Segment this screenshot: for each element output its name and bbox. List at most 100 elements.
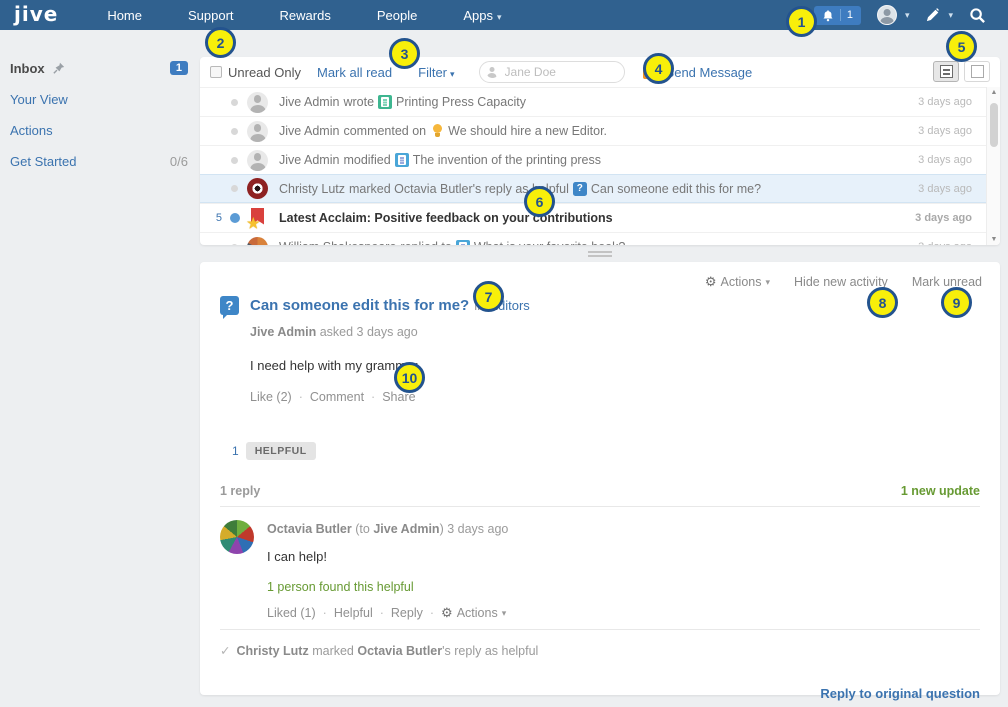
user-menu[interactable]: ▾ bbox=[877, 5, 910, 25]
row-text: William Shakespearereplied toWhat is you… bbox=[279, 240, 908, 245]
create-menu[interactable]: ▾ bbox=[925, 8, 953, 23]
search-icon[interactable] bbox=[969, 7, 986, 24]
row-timestamp: 3 days ago bbox=[918, 96, 972, 108]
inbox-row[interactable]: Jive AdminmodifiedThe invention of the p… bbox=[200, 145, 986, 174]
unread-only-label[interactable]: Unread Only bbox=[228, 65, 301, 80]
annotation-circle-7: 7 bbox=[473, 281, 504, 312]
inbox-row[interactable]: 5Latest Acclaim: Positive feedback on yo… bbox=[200, 203, 986, 232]
asked-time-label: asked 3 days ago bbox=[320, 325, 418, 339]
question-author[interactable]: Jive Admin bbox=[250, 325, 316, 339]
avatar-octavia-butler[interactable] bbox=[220, 520, 254, 554]
notifications-button[interactable]: 1 bbox=[814, 6, 861, 25]
split-view-button[interactable] bbox=[933, 61, 959, 82]
row-text: Christy Lutzmarked Octavia Butler's repl… bbox=[279, 182, 908, 196]
message-detail-panel: ⚙Actions▾ Hide new activity Mark unread … bbox=[200, 262, 1000, 695]
liked-link[interactable]: Liked (1) bbox=[267, 606, 316, 620]
avatar bbox=[877, 5, 897, 25]
caret-down-icon: ▾ bbox=[502, 608, 507, 619]
row-actor: William Shakespeare bbox=[279, 240, 396, 245]
avatar-mosaic2-icon bbox=[247, 237, 268, 246]
annotation-circle-8: 8 bbox=[867, 287, 898, 318]
inbox-row[interactable]: Christy Lutzmarked Octavia Butler's repl… bbox=[200, 174, 986, 203]
row-action: replied to bbox=[400, 240, 451, 245]
check-icon: ✓ bbox=[220, 644, 230, 658]
note-actor: Christy Lutz bbox=[236, 644, 308, 658]
separator: · bbox=[323, 606, 327, 620]
row-title: Can someone edit this for me? bbox=[591, 182, 761, 196]
nav-item-home[interactable]: Home bbox=[84, 8, 165, 23]
question-title-link[interactable]: Can someone edit this for me? bbox=[250, 297, 469, 314]
reply-actions-dropdown[interactable]: ⚙Actions▾ bbox=[441, 605, 506, 621]
full-view-icon bbox=[971, 65, 984, 78]
reply-to-author[interactable]: Jive Admin bbox=[373, 522, 439, 536]
comment-link[interactable]: Comment bbox=[310, 390, 364, 404]
inbox-unread-badge: 1 bbox=[170, 61, 188, 75]
full-view-button[interactable] bbox=[964, 61, 990, 82]
detail-actions-dropdown[interactable]: ⚙Actions▾ bbox=[705, 274, 770, 290]
nav-apps-label: Apps bbox=[463, 8, 493, 23]
jive-logo[interactable]: jive bbox=[0, 2, 84, 28]
scroll-down-icon[interactable]: ▼ bbox=[987, 236, 1000, 243]
caret-down-icon: ▾ bbox=[948, 10, 953, 21]
scrollbar-thumb[interactable] bbox=[990, 103, 998, 147]
idea-icon bbox=[430, 124, 444, 138]
separator: · bbox=[430, 606, 434, 620]
row-title: Latest Acclaim: Positive feedback on you… bbox=[279, 211, 613, 225]
reply-to-original-link[interactable]: Reply to original question bbox=[220, 686, 980, 701]
reply-body: I can help! bbox=[267, 549, 980, 564]
inbox-list-panel: Unread Only Mark all read Filter▾ Send M… bbox=[200, 57, 1000, 245]
helpful-link[interactable]: Helpful bbox=[334, 606, 373, 620]
annotation-circle-2: 2 bbox=[205, 27, 236, 58]
mark-unread-link[interactable]: Mark unread bbox=[912, 275, 982, 289]
panel-resize-handle[interactable] bbox=[588, 251, 612, 259]
get-started-progress: 0/6 bbox=[170, 154, 188, 169]
new-update-link[interactable]: 1 new update bbox=[901, 484, 980, 498]
hide-new-activity-link[interactable]: Hide new activity bbox=[794, 275, 888, 289]
nav-item-rewards[interactable]: Rewards bbox=[257, 8, 354, 23]
inbox-rows: Jive AdminwrotePrinting Press Capacity3 … bbox=[200, 87, 986, 245]
reply-count-label: 1 reply bbox=[220, 484, 260, 498]
row-action: wrote bbox=[343, 95, 374, 109]
list-scrollbar[interactable]: ▲ ▼ bbox=[986, 87, 1000, 245]
like-link[interactable]: Like (2) bbox=[250, 390, 292, 404]
sidebar-item-inbox[interactable]: Inbox bbox=[10, 61, 45, 76]
reply-author[interactable]: Octavia Butler bbox=[267, 522, 352, 536]
unread-only-checkbox[interactable] bbox=[210, 66, 222, 78]
mark-all-read-link[interactable]: Mark all read bbox=[317, 65, 392, 80]
scroll-up-icon[interactable]: ▲ bbox=[987, 89, 1000, 96]
sidebar-item-get-started[interactable]: Get Started bbox=[10, 154, 76, 169]
inbox-row[interactable]: William Shakespearereplied toWhat is you… bbox=[200, 232, 986, 245]
annotation-circle-3: 3 bbox=[389, 38, 420, 69]
row-title: The invention of the printing press bbox=[413, 153, 601, 167]
avatar-acclaim-icon bbox=[247, 208, 268, 229]
nav-item-people[interactable]: People bbox=[354, 8, 440, 23]
separator: · bbox=[299, 390, 303, 404]
inbox-toolbar: Unread Only Mark all read Filter▾ Send M… bbox=[200, 57, 1000, 87]
reply-actions-label: Actions bbox=[457, 606, 498, 620]
question-icon bbox=[220, 296, 239, 315]
nav-item-apps[interactable]: Apps▾ bbox=[440, 8, 524, 23]
row-timestamp: 3 days ago bbox=[918, 125, 972, 137]
row-actor: Jive Admin bbox=[279, 153, 339, 167]
avatar-person-icon bbox=[247, 150, 268, 171]
annotation-circle-5: 5 bbox=[946, 31, 977, 62]
row-text: Jive AdminmodifiedThe invention of the p… bbox=[279, 153, 908, 167]
reply-link[interactable]: Reply bbox=[391, 606, 423, 620]
people-search-input[interactable] bbox=[479, 61, 625, 83]
row-text: Jive Admincommented onWe should hire a n… bbox=[279, 124, 908, 138]
inbox-row[interactable]: Jive AdminwrotePrinting Press Capacity3 … bbox=[200, 87, 986, 116]
row-text: Latest Acclaim: Positive feedback on you… bbox=[279, 211, 905, 225]
annotation-circle-10: 10 bbox=[394, 362, 425, 393]
pin-icon[interactable] bbox=[53, 62, 65, 74]
read-dot-icon bbox=[231, 128, 238, 135]
filter-dropdown[interactable]: Filter▾ bbox=[418, 65, 454, 80]
reply-helpful-note: 1 person found this helpful bbox=[267, 580, 980, 594]
caret-down-icon: ▾ bbox=[765, 277, 770, 288]
inbox-row[interactable]: Jive Admincommented onWe should hire a n… bbox=[200, 116, 986, 145]
nav-item-support[interactable]: Support bbox=[165, 8, 257, 23]
annotation-circle-9: 9 bbox=[941, 287, 972, 318]
note-verb: marked bbox=[312, 644, 354, 658]
sidebar-item-actions[interactable]: Actions bbox=[10, 123, 53, 138]
pencil-icon bbox=[925, 8, 940, 23]
sidebar-item-your-view[interactable]: Your View bbox=[10, 92, 68, 107]
